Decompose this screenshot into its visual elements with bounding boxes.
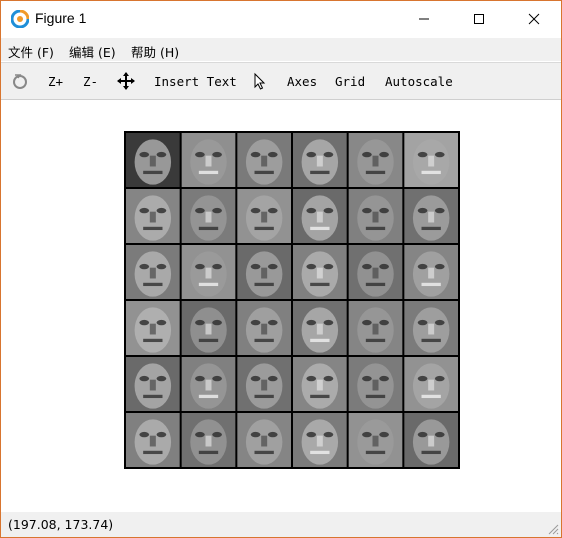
face-patch — [181, 413, 236, 467]
cursor-coordinates: (197.08, 173.74) — [8, 517, 114, 532]
close-icon — [528, 13, 540, 25]
face-patch — [237, 413, 291, 467]
face-patch — [404, 189, 458, 243]
menu-bar: 文件 (F) 编辑 (E) 帮助 (H) — [1, 38, 561, 61]
resize-grip-icon[interactable] — [547, 523, 559, 535]
rotate-icon[interactable] — [11, 72, 29, 90]
face-patch — [293, 301, 347, 355]
face-patch — [237, 133, 291, 187]
face-patch — [237, 301, 291, 355]
face-patch — [404, 357, 458, 411]
face-patch — [126, 245, 180, 299]
minimize-button[interactable] — [401, 1, 447, 37]
maximize-icon — [474, 14, 484, 24]
pan-arrows-icon[interactable] — [117, 72, 135, 90]
face-patch — [237, 245, 291, 299]
face-patch — [126, 413, 180, 467]
title-bar[interactable]: Figure 1 — [1, 1, 561, 37]
status-bar: (197.08, 173.74) — [1, 512, 561, 537]
grid-button[interactable]: Grid — [335, 74, 365, 89]
face-patch — [404, 245, 458, 299]
face-patch — [181, 189, 236, 243]
face-patch — [293, 357, 347, 411]
face-patch — [237, 189, 291, 243]
close-button[interactable] — [511, 1, 557, 37]
face-patch — [181, 133, 236, 187]
menu-help[interactable]: 帮助 (H) — [131, 42, 179, 61]
window-title: Figure 1 — [35, 10, 87, 26]
face-patch — [348, 301, 403, 355]
face-patch — [348, 357, 403, 411]
face-patch — [404, 301, 458, 355]
eigenface-image-grid — [124, 131, 460, 469]
face-patch — [293, 413, 347, 467]
minimize-icon — [419, 18, 429, 20]
menu-file[interactable]: 文件 (F) — [8, 42, 54, 61]
face-patch — [126, 357, 180, 411]
face-patch — [348, 245, 403, 299]
face-patch — [181, 301, 236, 355]
face-patch — [348, 133, 403, 187]
face-patch — [404, 413, 458, 467]
face-patch — [293, 133, 347, 187]
figure-toolbar: Z+ Z- Insert Text Axes Grid Autoscale — [1, 62, 561, 100]
face-patch — [181, 245, 236, 299]
face-patch — [126, 189, 180, 243]
zoom-out-button[interactable]: Z- — [83, 74, 98, 89]
autoscale-button[interactable]: Autoscale — [385, 74, 453, 89]
face-patch — [181, 357, 236, 411]
face-patch — [293, 245, 347, 299]
face-patch — [404, 133, 458, 187]
pointer-icon[interactable] — [251, 72, 269, 90]
face-patch — [293, 189, 347, 243]
menu-edit[interactable]: 编辑 (E) — [69, 42, 116, 61]
face-patch — [237, 357, 291, 411]
insert-text-button[interactable]: Insert Text — [154, 74, 237, 89]
face-patch — [126, 301, 180, 355]
octave-logo-icon — [11, 10, 29, 28]
figure-canvas[interactable] — [1, 101, 561, 512]
face-patch — [126, 133, 180, 187]
maximize-button[interactable] — [456, 1, 502, 37]
figure-window: Figure 1 文件 (F) 编辑 (E) 帮助 (H) Z+ Z- Inse… — [0, 0, 562, 538]
axes-button[interactable]: Axes — [287, 74, 317, 89]
zoom-in-button[interactable]: Z+ — [48, 74, 63, 89]
face-patch — [348, 189, 403, 243]
face-patch — [348, 413, 403, 467]
